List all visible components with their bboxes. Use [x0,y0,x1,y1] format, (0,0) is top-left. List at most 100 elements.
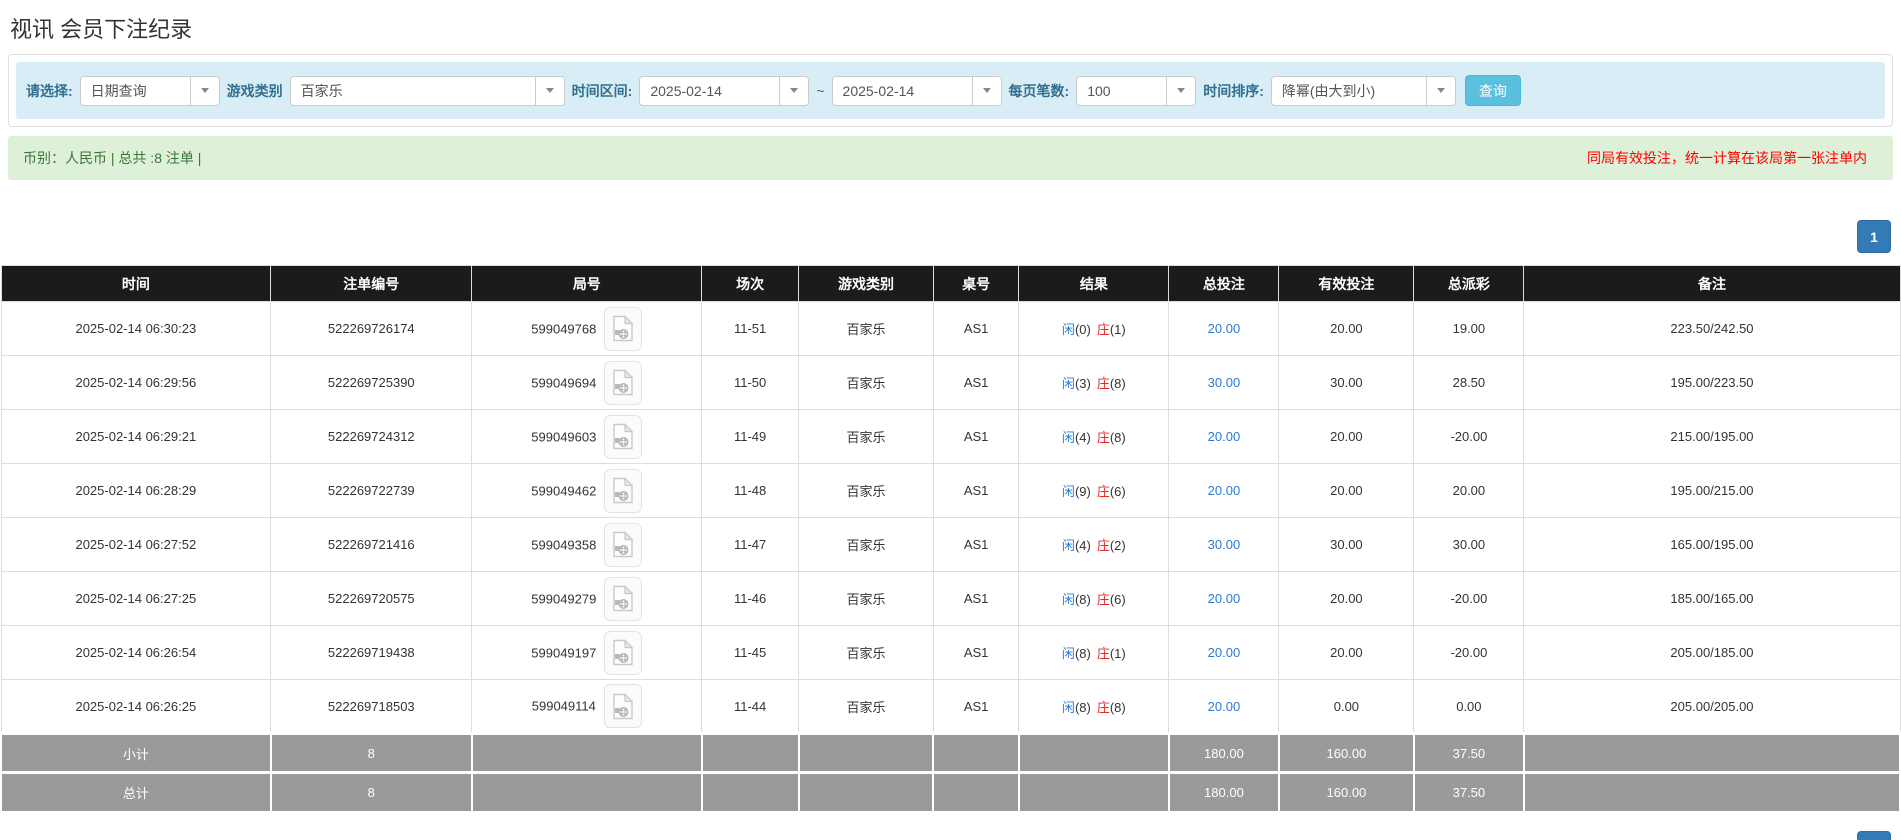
page-size-select[interactable]: 100 [1076,75,1197,106]
result-banker-value: (6) [1109,484,1126,499]
total-payout: 37.50 [1412,771,1525,813]
sort-value: 降幂(由大到小) [1281,82,1376,99]
cell-result: 闲(8) 庄(6) [1018,571,1170,626]
subtotal-count: 8 [269,732,473,774]
cell-table-no: AS1 [932,571,1020,626]
cell-total-bet: 20.00 [1168,409,1280,464]
sort-select[interactable]: 降幂(由大到小) [1270,75,1456,106]
subtotal-empty [1522,732,1901,774]
cell-session: 11-44 [701,679,800,734]
cell-remark: 185.00/165.00 [1523,571,1901,626]
total-count: 8 [269,771,473,813]
header-valid-bet: 有效投注 [1278,265,1415,302]
cell-game-type: 百家乐 [798,463,934,518]
table-row: 2025-02-14 06:26:25 522269718503 5990491… [0,679,1901,734]
result-banker-value: (1) [1109,322,1126,337]
total-bet-link[interactable]: 20.00 [1208,429,1241,444]
cell-valid-bet: 20.00 [1278,301,1415,356]
date-from-select[interactable]: 2025-02-14 [639,75,810,106]
pagination-bottom: 1 [0,830,1901,840]
currency-total-text: 币别：人民币 | 总共 :8 注单 | [23,150,202,166]
total-bet-link[interactable]: 30.00 [1208,375,1241,390]
total-bet-link[interactable]: 20.00 [1208,483,1241,498]
result-player-value: (3) [1074,376,1091,391]
total-bet-link[interactable]: 20.00 [1208,645,1241,660]
cell-session: 11-48 [701,463,800,518]
total-bet-link[interactable]: 20.00 [1208,699,1241,714]
subtotal-row: 小计 8 180.00 160.00 37.50 [0,732,1901,774]
chevron-down-icon[interactable] [1166,76,1196,105]
header-result: 结果 [1018,265,1170,302]
cell-bet-id: 522269725390 [270,355,473,410]
cell-total-bet: 20.00 [1168,571,1280,626]
result-player-value: (8) [1074,699,1091,715]
chevron-down-icon[interactable] [779,76,809,105]
result-player-label: 闲 [1061,322,1075,337]
cell-session: 11-50 [701,355,800,410]
cell-valid-bet: 30.00 [1278,355,1415,410]
page-1-button[interactable]: 1 [1857,220,1891,253]
subtotal-empty [470,732,703,774]
game-type-value: 百家乐 [300,82,343,99]
cell-remark: 195.00/215.00 [1523,463,1901,518]
cell-game-type: 百家乐 [798,571,934,626]
video-icon[interactable] [604,414,643,459]
cell-remark: 165.00/195.00 [1523,517,1901,572]
total-empty [1522,771,1901,813]
result-banker-label: 庄 [1096,538,1110,553]
query-type-select[interactable]: 日期查询 [79,75,220,106]
cell-game-type: 百家乐 [798,625,934,680]
result-banker-value: (8) [1109,430,1126,445]
page-size-value: 100 [1087,82,1111,99]
search-button[interactable]: 查询 [1464,75,1521,106]
cell-bet-id: 522269721416 [270,517,473,572]
chevron-down-icon[interactable] [534,76,564,105]
video-icon[interactable] [603,684,642,728]
video-icon[interactable] [604,630,643,675]
total-bet-link[interactable]: 30.00 [1208,537,1241,552]
cell-result: 闲(8) 庄(8) [1018,679,1170,734]
cell-session: 11-45 [701,625,800,680]
result-player-value: (4) [1074,538,1091,553]
cell-table-no: AS1 [932,679,1020,734]
chevron-down-icon[interactable] [189,76,219,105]
header-total-bet: 总投注 [1168,265,1280,302]
subtotal-label: 小计 [0,732,272,774]
cell-table-no: AS1 [932,409,1020,464]
result-player-value: (8) [1074,592,1091,607]
page-title: 视讯 会员下注纪录 [10,17,193,42]
cell-session: 11-46 [701,571,800,626]
summary-bar: 币别：人民币 | 总共 :8 注单 | 同局有效投注，统一计算在该局第一张注单内 [8,136,1893,180]
cell-table-no: AS1 [932,517,1020,572]
cell-remark: 195.00/223.50 [1523,355,1901,410]
result-player-label: 闲 [1061,646,1075,661]
total-empty [797,771,935,813]
chevron-down-icon[interactable] [1425,76,1455,105]
game-type-select[interactable]: 百家乐 [289,75,565,106]
cell-bet-id: 522269718503 [270,679,473,734]
header-game-type: 游戏类别 [798,265,934,302]
video-icon[interactable] [604,522,643,567]
total-bet-link[interactable]: 20.00 [1208,321,1241,336]
subtotal-payout: 37.50 [1412,732,1525,774]
video-icon[interactable] [604,306,643,351]
date-from-value: 2025-02-14 [650,82,722,99]
video-icon[interactable] [604,576,643,621]
chevron-down-icon[interactable] [971,76,1001,105]
valid-bet-note-text: 同局有效投注，统一计算在该局第一张注单内 [1587,150,1867,166]
date-to-select[interactable]: 2025-02-14 [831,75,1002,106]
result-banker-label: 庄 [1096,376,1110,391]
cell-round: 599049197 [471,625,703,680]
header-time: 时间 [0,265,272,302]
cell-bet-id: 522269720575 [270,571,473,626]
table-row: 2025-02-14 06:26:54 522269719438 5990491… [0,625,1901,680]
page-1-button[interactable]: 1 [1857,830,1891,840]
result-banker-value: (2) [1109,538,1126,553]
total-bet-link[interactable]: 20.00 [1208,591,1241,606]
subtotal-empty [1017,732,1170,774]
subtotal-empty [932,732,1020,774]
video-icon[interactable] [604,468,643,513]
result-player-value: (0) [1074,322,1091,337]
video-icon[interactable] [604,360,643,405]
cell-game-type: 百家乐 [798,355,934,410]
